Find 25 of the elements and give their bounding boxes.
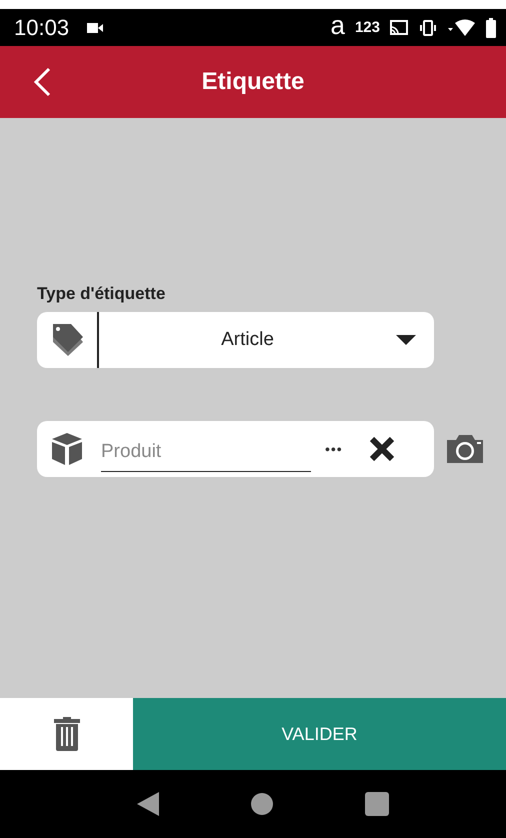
- home-nav-icon[interactable]: [251, 793, 273, 815]
- trash-icon[interactable]: [54, 717, 80, 751]
- dropdown-value: Article: [220, 329, 275, 351]
- battery-icon: [486, 18, 496, 38]
- notification-number: 123: [354, 19, 380, 36]
- type-dropdown[interactable]: Article: [37, 312, 434, 368]
- cast-icon: [390, 20, 408, 36]
- back-icon[interactable]: [32, 67, 52, 97]
- field-label: Type d'étiquette: [37, 284, 166, 304]
- notification-letter: a: [330, 12, 345, 38]
- product-field[interactable]: Produit •••: [37, 421, 434, 477]
- back-nav-icon[interactable]: [137, 792, 159, 816]
- video-camera-icon: [87, 22, 104, 34]
- screen-title: Etiquette: [202, 68, 304, 96]
- close-icon[interactable]: [368, 437, 395, 461]
- cube-icon: [51, 432, 83, 466]
- more-button[interactable]: •••: [325, 441, 343, 457]
- product-input[interactable]: Produit: [101, 436, 311, 472]
- validate-button[interactable]: VALIDER: [133, 698, 506, 770]
- wifi-icon: [448, 18, 476, 36]
- tag-icon: [51, 322, 85, 358]
- dropdown-caret-icon: [396, 335, 416, 345]
- camera-icon[interactable]: [446, 434, 484, 464]
- vibrate-icon: [418, 20, 438, 36]
- status-time: 10:03: [14, 14, 70, 40]
